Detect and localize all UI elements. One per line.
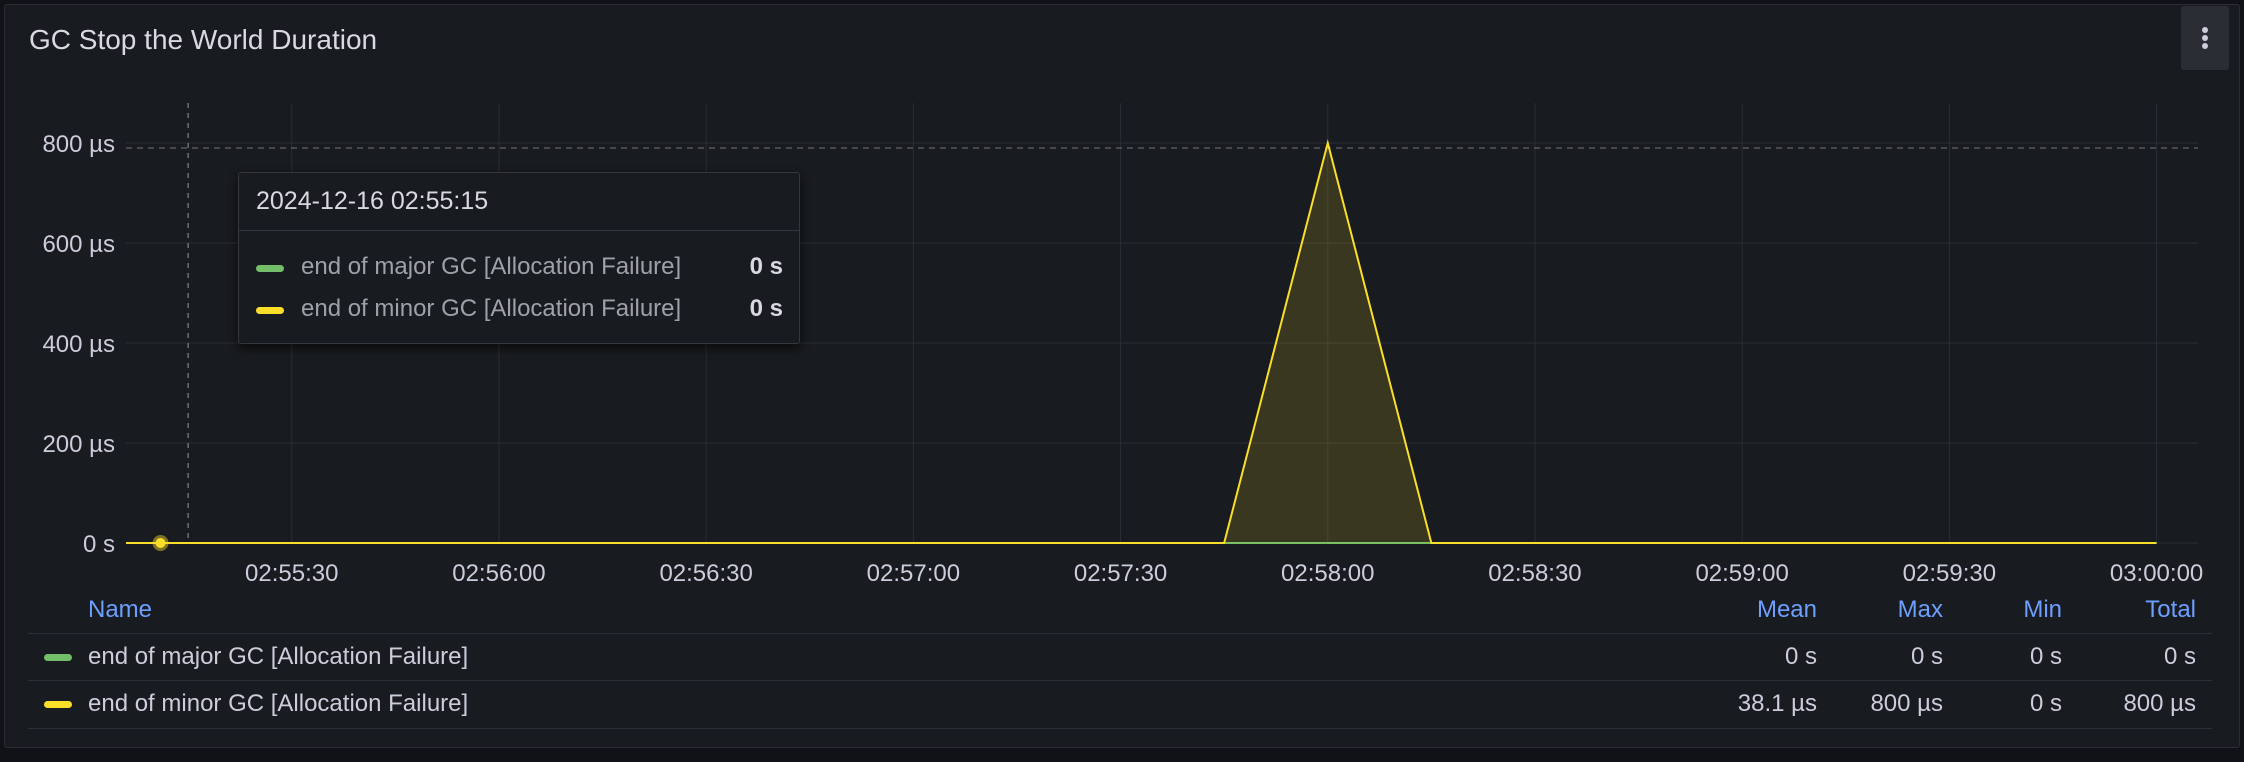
tooltip-divider	[239, 230, 799, 231]
x-tick-label: 02:55:30	[245, 560, 338, 587]
tooltip-series-value: 0 s	[749, 295, 783, 322]
x-tick-label: 02:56:00	[452, 560, 545, 587]
y-tick-label: 800 µs	[42, 131, 115, 158]
legend-total-value: 0 s	[2163, 643, 2196, 670]
tooltip-series-name: end of minor GC [Allocation Failure]	[301, 295, 682, 322]
x-tick-label: 02:56:30	[659, 560, 752, 587]
hover-tooltip: 2024-12-16 02:55:15 end of major GC [All…	[238, 172, 800, 344]
series-color-swatch	[256, 307, 284, 314]
y-tick-label: 0 s	[83, 531, 115, 558]
legend-header-name[interactable]: Name	[88, 596, 152, 624]
x-tick-label: 02:59:30	[1903, 560, 1996, 587]
tooltip-series-value: 0 s	[749, 253, 783, 280]
series-color-swatch	[44, 654, 72, 661]
tooltip-row-minor: end of minor GC [Allocation Failure] 0 s	[256, 295, 783, 325]
series-color-swatch	[256, 265, 284, 272]
y-tick-label: 200 µs	[42, 431, 115, 458]
tooltip-row-major: end of major GC [Allocation Failure] 0 s	[256, 253, 783, 283]
y-tick-label: 400 µs	[42, 331, 115, 358]
legend-series-name[interactable]: end of major GC [Allocation Failure]	[88, 643, 468, 671]
x-tick-label: 02:58:00	[1281, 560, 1374, 587]
x-tick-label: 02:57:30	[1074, 560, 1167, 587]
y-tick-label: 600 µs	[42, 231, 115, 258]
tooltip-series-name: end of major GC [Allocation Failure]	[301, 253, 682, 280]
legend-header-total[interactable]: Total	[2036, 596, 2196, 624]
x-tick-label: 02:59:00	[1695, 560, 1788, 587]
series-color-swatch	[44, 701, 72, 708]
hover-point	[155, 538, 166, 548]
legend-row-major[interactable]: end of major GC [Allocation Failure] 0 s…	[28, 634, 2212, 680]
legend-divider	[28, 728, 2212, 729]
x-tick-label: 02:58:30	[1488, 560, 1581, 587]
legend-total-value: 800 µs	[2123, 690, 2196, 717]
x-tick-label: 03:00:00	[2110, 560, 2203, 587]
x-tick-label: 02:57:00	[867, 560, 960, 587]
tooltip-time: 2024-12-16 02:55:15	[256, 187, 489, 215]
legend-row-minor[interactable]: end of minor GC [Allocation Failure] 38.…	[28, 681, 2212, 727]
legend-series-name[interactable]: end of minor GC [Allocation Failure]	[88, 690, 468, 718]
